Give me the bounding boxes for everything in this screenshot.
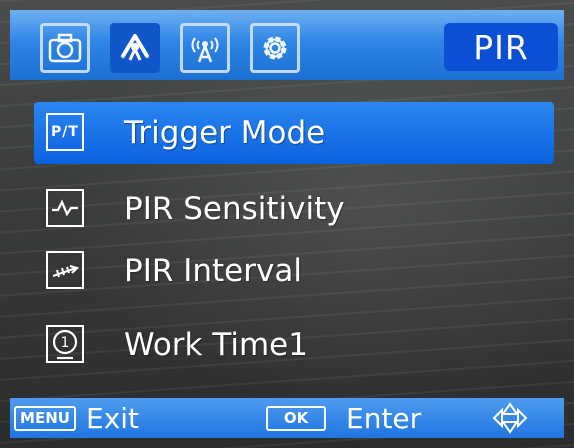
bottom-help-bar: MENU Exit OK Enter (10, 398, 564, 438)
menu-item-work-time1[interactable]: 1 Work Time1 (34, 314, 554, 376)
work-time-icon-number: 1 (61, 335, 70, 351)
pt-icon: P/T (46, 113, 84, 151)
wireless-signal-icon (191, 37, 219, 63)
menu-item-trigger-mode[interactable]: P/T Trigger Mode (34, 102, 554, 164)
tab-camera[interactable] (40, 23, 90, 73)
menu-item-label: PIR Sensitivity (124, 191, 345, 227)
interval-arrow-icon (46, 251, 84, 289)
tab-pir[interactable] (110, 23, 160, 73)
menu-item-label: PIR Interval (124, 253, 302, 289)
menu-item-label: Work Time1 (124, 327, 308, 363)
sensitivity-wave-icon (46, 189, 84, 227)
menu-item-pir-interval[interactable]: PIR Interval (34, 240, 554, 302)
direction-pad-icon (480, 402, 540, 438)
menu-key[interactable]: MENU (14, 406, 76, 431)
exit-label: Exit (86, 402, 140, 435)
menu-item-label: Trigger Mode (124, 115, 326, 151)
top-menu-bar: PIR (10, 10, 564, 80)
pt-icon-text: P/T (51, 124, 79, 140)
work-time-icon: 1 (46, 325, 84, 363)
camera-icon (48, 33, 82, 63)
enter-label: Enter (346, 402, 422, 435)
menu-item-pir-sensitivity[interactable]: PIR Sensitivity (34, 178, 554, 240)
camera-screen: PIR P/T Trigger Mode PIR Sensitivity PIR… (0, 0, 574, 448)
section-title-badge: PIR (444, 23, 558, 71)
tab-wireless[interactable] (180, 23, 230, 73)
ok-key[interactable]: OK (266, 406, 326, 431)
gear-icon (263, 36, 287, 60)
tab-settings[interactable] (250, 23, 300, 73)
pir-sensor-icon (121, 34, 149, 61)
